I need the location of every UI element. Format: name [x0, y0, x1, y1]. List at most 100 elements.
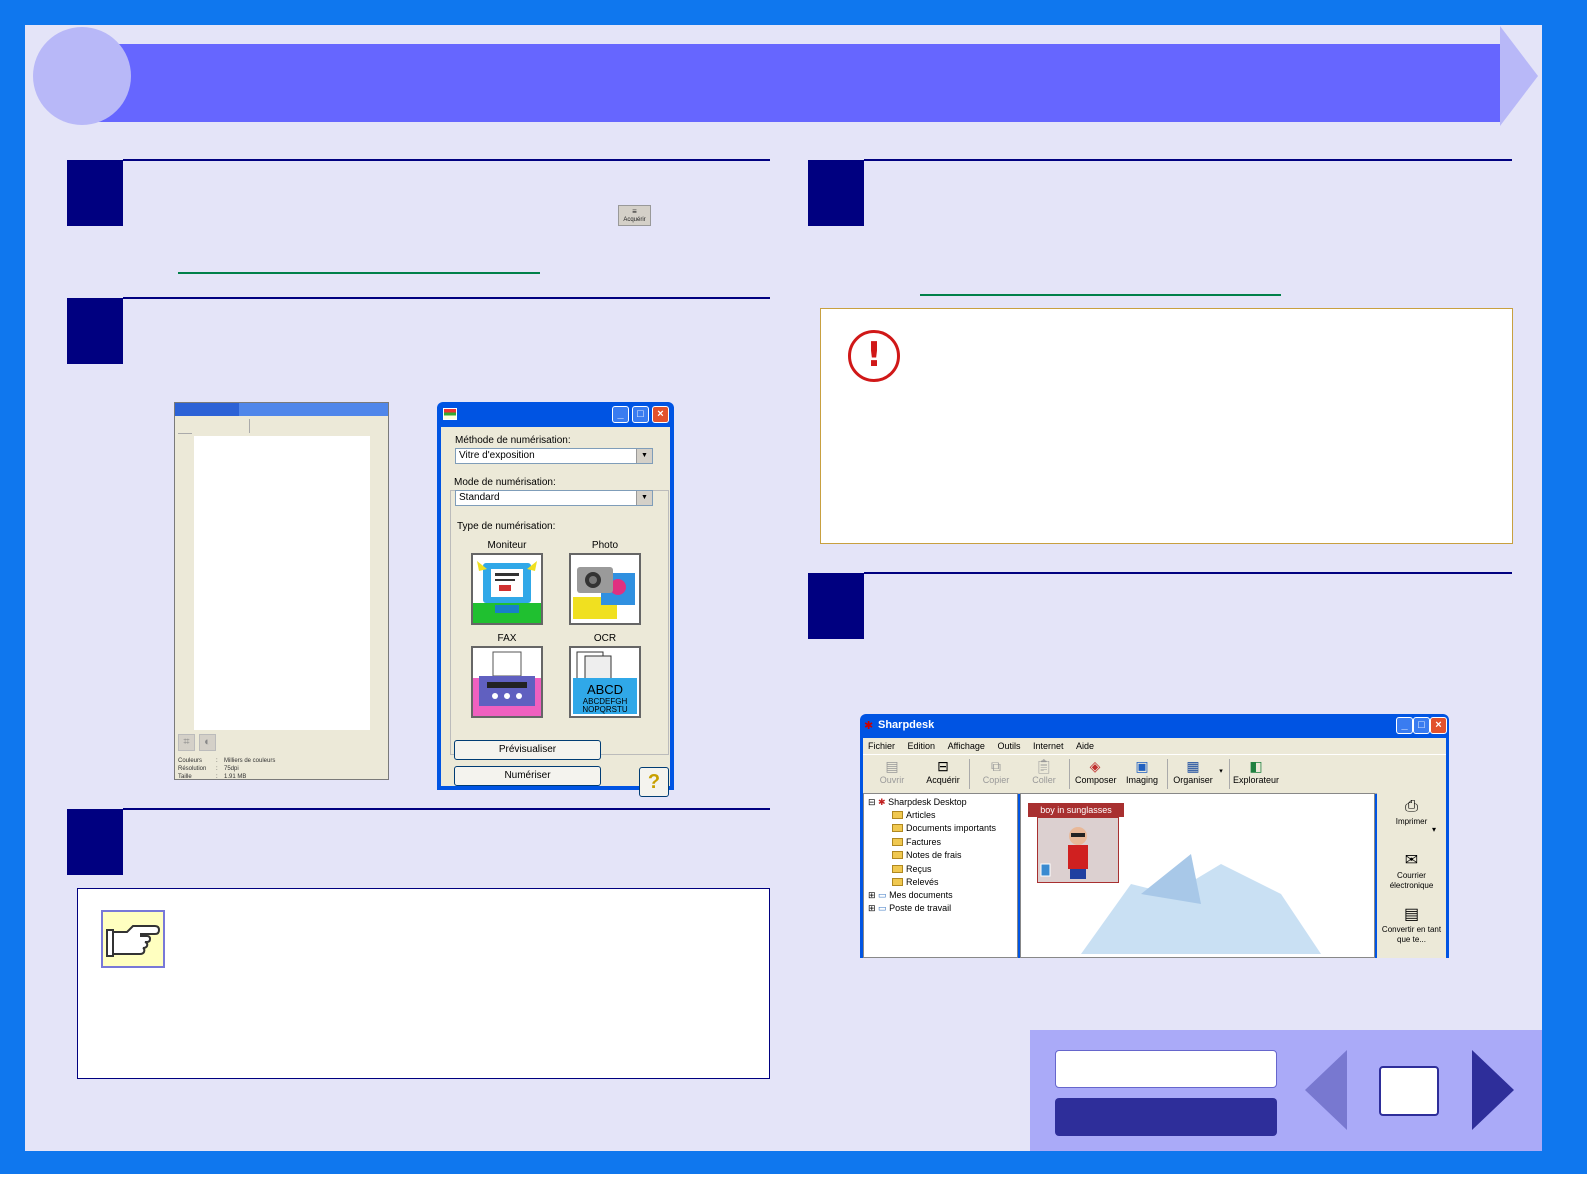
print-action[interactable]: ⎙ Imprimer — [1377, 797, 1446, 827]
maximize-icon[interactable]: □ — [632, 406, 649, 423]
fax-tile[interactable] — [471, 646, 543, 718]
sharpdesk-app-icon: ✱ — [864, 720, 874, 732]
photo-tile[interactable] — [569, 553, 641, 625]
method-select[interactable]: Vitre d'exposition ▼ — [455, 448, 653, 464]
step-5-marker — [808, 573, 864, 639]
close-icon[interactable]: × — [1430, 717, 1447, 734]
tree-folder[interactable]: Relevés — [892, 876, 939, 888]
tree-folder[interactable]: Documents importants — [892, 822, 996, 834]
imaging-button[interactable]: ▣ Imaging — [1125, 757, 1159, 785]
ruler-mark — [249, 419, 250, 433]
tree-root[interactable]: ⊟ ✱ Sharpdesk Desktop — [868, 796, 967, 808]
banner-arrow-icon — [1500, 26, 1538, 126]
camera-icon — [571, 555, 639, 623]
ruler-mark — [178, 433, 192, 434]
menu-aide[interactable]: Aide — [1076, 741, 1094, 751]
scanner-icon: ≡ — [632, 207, 637, 216]
mode-value: Standard — [459, 492, 500, 503]
next-page-icon[interactable] — [1472, 1050, 1514, 1130]
ocr-text-large: ABCD — [587, 682, 623, 697]
paste-button[interactable]: 📋︎ Coller — [1029, 757, 1059, 785]
copy-icon: ⧉ — [991, 758, 1001, 774]
convert-action[interactable]: ▤ Convertir en tant que te... — [1377, 905, 1446, 945]
copy-button[interactable]: ⧉ Copier — [981, 757, 1011, 785]
explorer-icon: ◧ — [1249, 758, 1263, 774]
tile-label-ocr: OCR — [593, 633, 617, 644]
organize-icon: ▦ — [1186, 758, 1200, 774]
tree-folder[interactable]: Reçus — [892, 863, 932, 875]
tree-my-documents[interactable]: ⊞ ▭ Mes documents — [868, 889, 953, 901]
organize-button[interactable]: ▦ Organiser — [1173, 757, 1213, 785]
tile-label-photo: Photo — [591, 540, 619, 551]
email-action[interactable]: ✉ Courrier électronique — [1377, 851, 1446, 891]
folder-icon — [892, 838, 903, 846]
menu-outils[interactable]: Outils — [997, 741, 1020, 751]
caution-box — [820, 308, 1513, 544]
step-3-marker — [67, 809, 123, 875]
expand-icon: ⊞ — [868, 890, 879, 900]
ocr-text-small: NOPQRSTU — [582, 705, 628, 714]
hand-shape — [106, 925, 161, 957]
explorer-button[interactable]: ◧ Explorateur — [1233, 757, 1279, 785]
menu-fichier[interactable]: Fichier — [868, 741, 895, 751]
open-icon: ▤ — [885, 758, 899, 774]
menu-affichage[interactable]: Affichage — [948, 741, 985, 751]
tree-my-computer[interactable]: ⊞ ▭ Poste de travail — [868, 902, 951, 914]
chevron-down-icon: ▼ — [636, 449, 652, 463]
contents-button[interactable] — [1055, 1050, 1277, 1088]
monitor-tile[interactable] — [471, 553, 543, 625]
sharpdesk-window: ✱ Sharpdesk _ □ × Fichier Edition Affich… — [860, 714, 1449, 958]
step-1-link[interactable] — [178, 272, 540, 274]
organize-dropdown-icon[interactable]: ▾ — [1217, 767, 1225, 775]
computer-icon: ▭ — [878, 903, 890, 913]
mode-select[interactable]: Standard ▼ — [455, 490, 653, 506]
tree-folder[interactable]: Articles — [892, 809, 936, 821]
compose-button[interactable]: ◈ Composer — [1075, 757, 1117, 785]
compose-icon: ◈ — [1089, 758, 1101, 774]
maximize-icon[interactable]: □ — [1413, 717, 1430, 734]
close-icon[interactable]: × — [652, 406, 669, 423]
scan-button[interactable]: Numériser — [454, 766, 601, 786]
folder-icon — [892, 851, 903, 859]
acquire-button-inline: ≡ Acquérir — [618, 205, 651, 226]
folder-tree: ⊟ ✱ Sharpdesk Desktop Articles Documents… — [863, 793, 1018, 958]
menu-bar: Fichier Edition Affichage Outils Interne… — [863, 738, 1446, 754]
step-4-link[interactable] — [920, 294, 1281, 296]
tree-folder[interactable]: Notes de frais — [892, 849, 962, 861]
step-3-rule — [123, 808, 770, 810]
scanner-icon: ⊟ — [937, 758, 949, 774]
expand-icon: ⊞ — [868, 903, 879, 913]
folder-icon — [892, 824, 903, 832]
banner-circle — [33, 27, 131, 125]
page-number-box — [1379, 1066, 1439, 1116]
info-row: Couleurs: Milliers de couleurs — [178, 758, 276, 764]
info-row: Résolution:75dpi — [178, 766, 239, 772]
toolbar-separator — [1229, 759, 1230, 789]
step-2-rule — [123, 297, 770, 299]
image-thumbnail[interactable] — [1037, 817, 1119, 883]
minimize-icon[interactable]: _ — [1396, 717, 1413, 734]
tree-folder[interactable]: Factures — [892, 836, 941, 848]
invert-icon[interactable]: ◐ — [199, 734, 216, 751]
preview-button[interactable]: Prévisualiser — [454, 740, 601, 760]
previous-page-icon[interactable] — [1305, 1050, 1347, 1130]
acquire-button[interactable]: ⊟ Acquérir — [925, 757, 961, 785]
pointing-hand-icon — [101, 910, 165, 968]
ocr-icon: ABCDABCDEFGHNOPQRSTU — [571, 648, 639, 716]
step-1-rule — [123, 159, 770, 161]
printer-icon: ⎙ — [1405, 798, 1418, 815]
open-button[interactable]: ▤ Ouvrir — [877, 757, 907, 785]
index-button[interactable] — [1055, 1098, 1277, 1136]
help-icon[interactable]: ? — [639, 767, 669, 797]
mode-label: Mode de numérisation: — [454, 477, 556, 488]
folder-icon — [892, 878, 903, 886]
preview-info: Couleurs: Milliers de couleurs Résolution… — [178, 757, 275, 781]
folder-icon — [892, 865, 903, 873]
zoom-icon[interactable]: ⌗ — [178, 734, 195, 751]
menu-edition[interactable]: Edition — [908, 741, 936, 751]
print-dropdown-icon[interactable]: ▾ — [1429, 825, 1439, 835]
ocr-tile[interactable]: ABCD ABCDEFGH NOPQRSTU — [569, 646, 641, 718]
menu-internet[interactable]: Internet — [1033, 741, 1064, 751]
app-icon — [443, 408, 457, 420]
minimize-icon[interactable]: _ — [612, 406, 629, 423]
